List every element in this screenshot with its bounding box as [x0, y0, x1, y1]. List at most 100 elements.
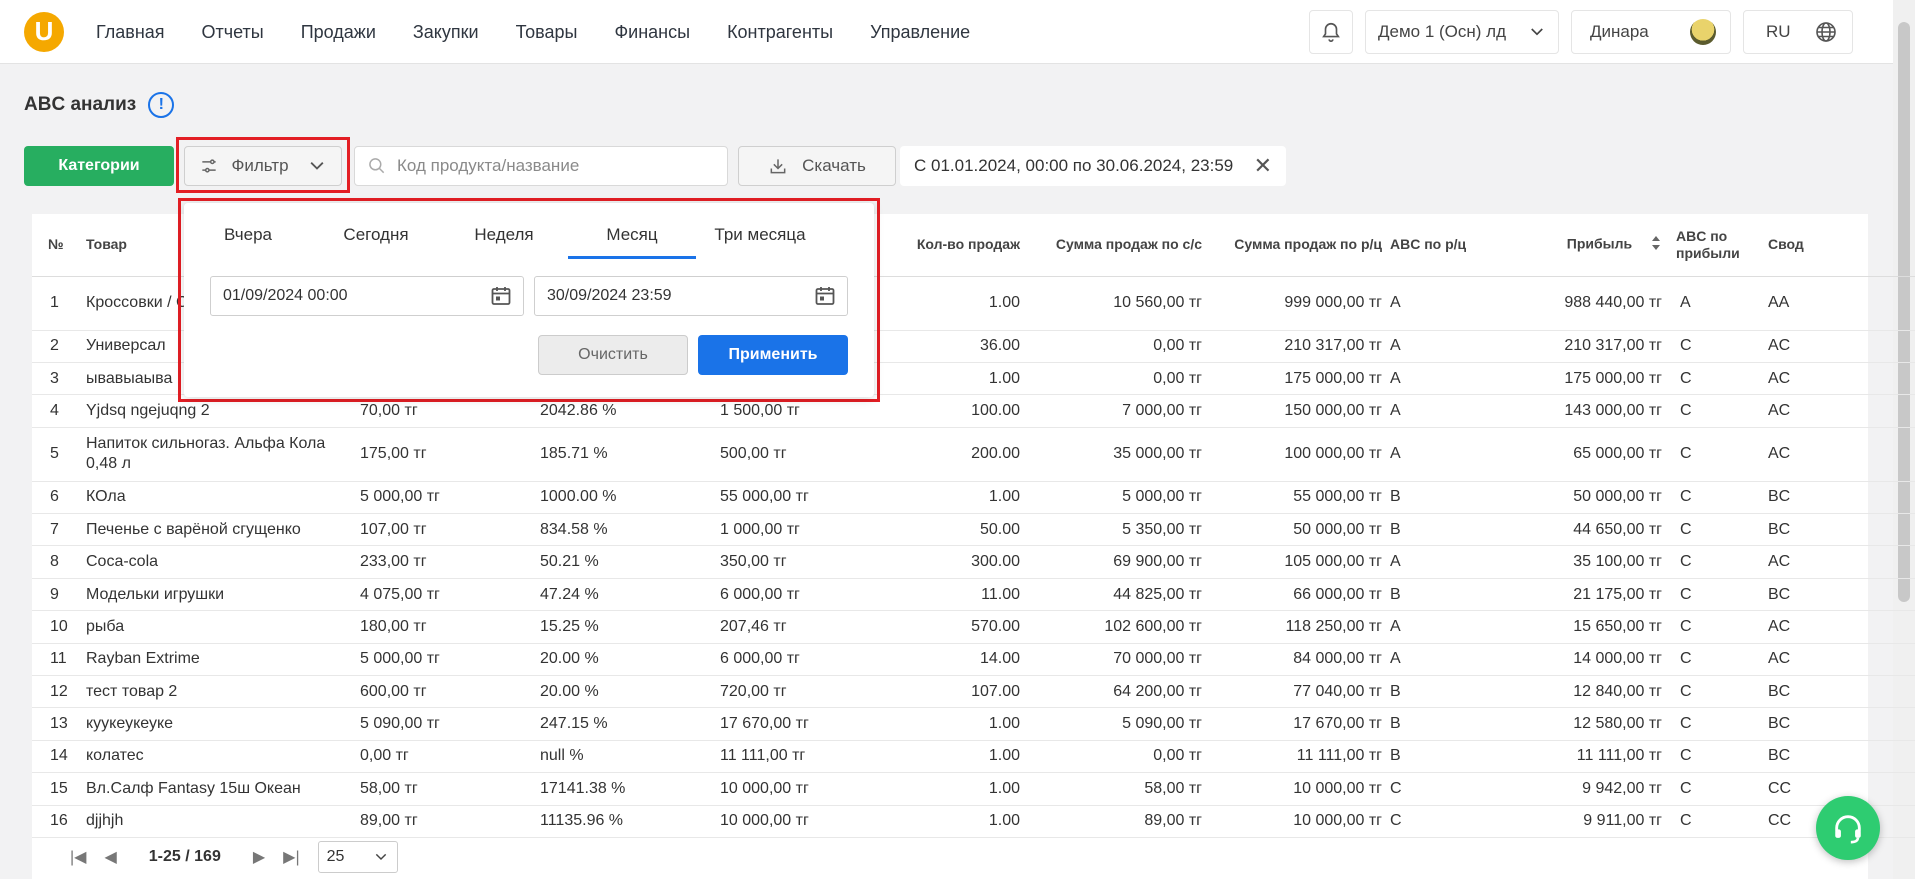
nav-item-finance[interactable]: Финансы [608, 22, 696, 43]
tab-today[interactable]: Сегодня [312, 203, 440, 259]
page-size-select[interactable]: 25 [317, 841, 398, 873]
tab-yesterday[interactable]: Вчера [184, 203, 312, 259]
cell-abc-summary: AC [1764, 362, 1854, 396]
nav-item-management[interactable]: Управление [864, 22, 976, 43]
cell-sum-cost: 89,00 тг [1024, 805, 1206, 838]
download-button[interactable]: Скачать [738, 146, 896, 186]
tab-month[interactable]: Месяц [568, 203, 696, 259]
search-field[interactable] [354, 146, 728, 186]
date-to-field[interactable]: 30/09/2024 23:59 [534, 276, 848, 316]
cell-markup-percent: 47.24 % [536, 578, 716, 612]
language-selector[interactable]: RU [1743, 10, 1853, 54]
col-header-profit[interactable]: Прибыль [1516, 214, 1666, 277]
search-input[interactable] [397, 156, 717, 176]
table-row[interactable]: 11 Rayban Extrime 5 000,00 тг 20.00 % 6 000,… [32, 643, 1915, 677]
filter-button[interactable]: Фильтр [184, 146, 342, 186]
table-row[interactable]: 12 тест товар 2 600,00 тг 20.00 % 720,00 тг 1… [32, 675, 1915, 709]
nav-item-products[interactable]: Товары [510, 22, 584, 43]
cell-sum-cost: 0,00 тг [1024, 740, 1206, 774]
company-selector[interactable]: Демо 1 (Осн) лд [1365, 10, 1559, 54]
cell-sum-cost: 5 090,00 тг [1024, 707, 1206, 741]
cell-abc-summary: BC [1764, 578, 1854, 612]
cell-sum-retail: 10 000,00 тг [1206, 805, 1386, 838]
cell-sum-retail: 66 000,00 тг [1206, 578, 1386, 612]
tab-week[interactable]: Неделя [440, 203, 568, 259]
cell-abc-summary: AC [1764, 330, 1854, 363]
page-size-value: 25 [326, 848, 345, 865]
table-row[interactable]: 7 Печенье с варёной сгущенко 107,00 тг 834.… [32, 513, 1915, 547]
next-page-icon[interactable]: ▶ [253, 847, 265, 867]
cell-sales-qty: 14.00 [896, 643, 1024, 677]
calendar-icon[interactable] [489, 284, 513, 308]
table-row[interactable]: 16 djjhjh 89,00 тг 11135.96 % 10 000,00 тг 1.… [32, 805, 1915, 838]
cell-sum-retail: 11 111,00 тг [1206, 740, 1386, 774]
cell-sum-retail: 210 317,00 тг [1206, 330, 1386, 363]
cell-product-name: куукеукеуке [82, 707, 356, 741]
nav-item-purchases[interactable]: Закупки [407, 22, 485, 43]
cell-retail-price: 207,46 тг [716, 610, 896, 644]
cell-abc-profit: C [1666, 675, 1764, 709]
chevron-down-icon [375, 853, 386, 861]
tab-three-months[interactable]: Три месяца [696, 203, 824, 259]
notifications-button[interactable] [1309, 10, 1353, 54]
table-row[interactable]: 15 Вл.Салф Fantasy 15ш Океан 58,00 тг 17141… [32, 772, 1915, 806]
cell-abc-profit: C [1666, 362, 1764, 396]
cell-abc-summary: BC [1764, 513, 1854, 547]
cell-row-number: 1 [32, 276, 82, 331]
col-header-abc-profit[interactable]: ABC по прибыли [1666, 214, 1764, 277]
cell-retail-price: 6 000,00 тг [716, 643, 896, 677]
nav-item-main[interactable]: Главная [90, 22, 171, 43]
cell-abc-summary: BC [1764, 481, 1854, 515]
table-row[interactable]: 5 Напиток сильногаз. Альфа Кола 0,48 л 175… [32, 427, 1915, 482]
col-header-sum-retail[interactable]: Сумма продаж по р/ц [1206, 214, 1386, 277]
cell-product-name: Печенье с варёной сгущенко [82, 513, 356, 547]
cell-abc-profit: C [1666, 772, 1764, 806]
pagination: |◀ ◀ 1-25 / 169 ▶ ▶| 25 [70, 841, 398, 873]
col-header-abc-retail[interactable]: ABC по р/ц [1386, 214, 1516, 277]
nav-item-sales[interactable]: Продажи [295, 22, 382, 43]
cell-profit: 9 942,00 тг [1516, 772, 1666, 806]
cell-sales-qty: 200.00 [896, 427, 1024, 482]
last-page-icon[interactable]: ▶| [283, 847, 299, 867]
clear-button[interactable]: Очистить [538, 335, 688, 375]
cell-abc-profit: C [1666, 805, 1764, 838]
prev-page-icon[interactable]: ◀ [104, 847, 116, 867]
table-row[interactable]: 8 Coca-cola 233,00 тг 50.21 % 350,00 тг 300.0… [32, 545, 1915, 579]
app-logo[interactable]: U [24, 12, 64, 52]
cell-empty [1854, 610, 1915, 644]
cell-abc-retail: B [1386, 578, 1516, 612]
cell-retail-price: 10 000,00 тг [716, 805, 896, 838]
first-page-icon[interactable]: |◀ [70, 847, 86, 867]
nav-item-reports[interactable]: Отчеты [196, 22, 270, 43]
cell-empty [1854, 740, 1915, 774]
apply-button[interactable]: Применить [698, 335, 848, 375]
table-settings-button[interactable] [1854, 214, 1915, 277]
cell-markup-percent: 20.00 % [536, 675, 716, 709]
col-header-summary[interactable]: Свод [1764, 214, 1854, 277]
cell-abc-retail: C [1386, 805, 1516, 838]
col-header-sum-cost[interactable]: Сумма продаж по с/с [1024, 214, 1206, 277]
cell-markup-percent: 11135.96 % [536, 805, 716, 838]
support-chat-button[interactable] [1816, 796, 1880, 860]
sort-icon[interactable] [1650, 234, 1662, 256]
cell-sum-cost: 44 825,00 тг [1024, 578, 1206, 612]
table-row[interactable]: 13 куукеукеуке 5 090,00 тг 247.15 % 17 670,0… [32, 707, 1915, 741]
categories-button[interactable]: Категории [24, 146, 174, 186]
date-from-field[interactable]: 01/09/2024 00:00 [210, 276, 524, 316]
close-icon[interactable]: ✕ [1254, 153, 1272, 179]
info-icon[interactable]: ! [148, 92, 175, 118]
cell-retail-price: 10 000,00 тг [716, 772, 896, 806]
table-row[interactable]: 14 колатес 0,00 тг null % 11 111,00 тг 1.00 0,… [32, 740, 1915, 774]
col-header-qty[interactable]: Кол-во продаж [896, 214, 1024, 277]
table-row[interactable]: 9 Модельки игрушки 4 075,00 тг 47.24 % 6 000… [32, 578, 1915, 612]
globe-icon [1816, 22, 1836, 42]
table-row[interactable]: 6 КОла 5 000,00 тг 1000.00 % 55 000,00 тг 1.0… [32, 481, 1915, 515]
col-header-profit-label: Прибыль [1566, 235, 1633, 252]
calendar-icon[interactable] [813, 284, 837, 308]
nav-item-contractors[interactable]: Контрагенты [721, 22, 839, 43]
cell-abc-summary: BC [1764, 707, 1854, 741]
table-row[interactable]: 10 рыба 180,00 тг 15.25 % 207,46 тг 570.00 102… [32, 610, 1915, 644]
user-menu[interactable]: Динара [1571, 10, 1731, 54]
cell-product-name: колатес [82, 740, 356, 774]
pagination-range: 1-25 / 169 [148, 848, 221, 865]
